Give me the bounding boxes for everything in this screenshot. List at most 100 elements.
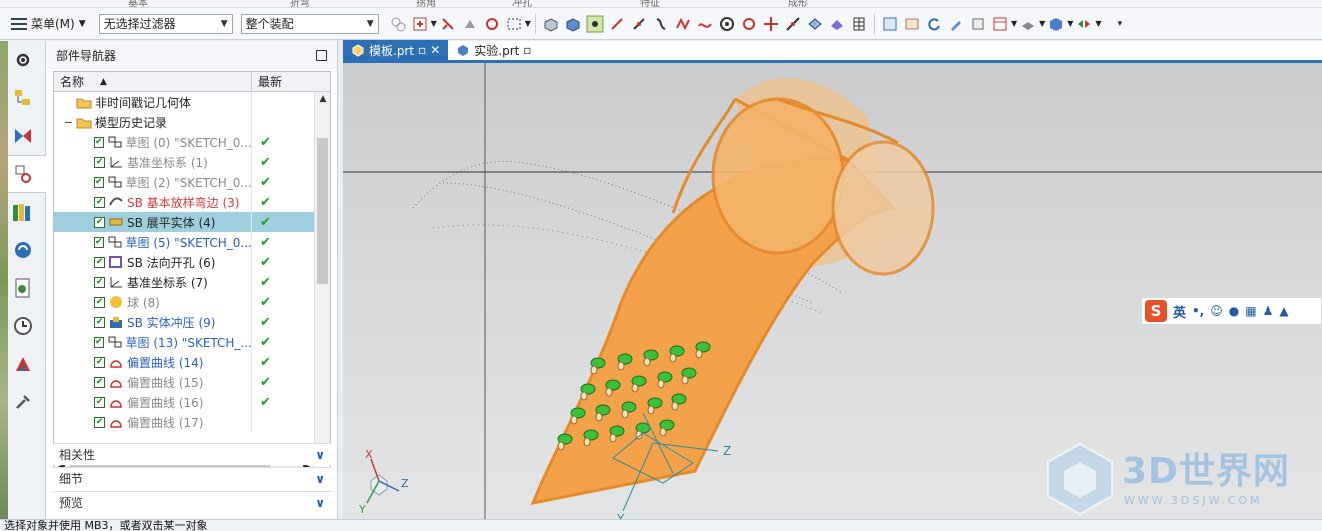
csys-y-label: Y	[616, 512, 625, 519]
visibility-checkbox[interactable]: ✔	[94, 236, 104, 248]
end-point-icon[interactable]	[606, 13, 628, 35]
snap-point-icon[interactable]	[584, 13, 606, 35]
sogou-logo-icon[interactable]: S	[1145, 300, 1167, 322]
arc-center-icon[interactable]	[716, 13, 738, 35]
csys-z-label: Z	[723, 444, 731, 458]
layout-icon[interactable]	[989, 13, 1011, 35]
visibility-checkbox[interactable]: ✔	[94, 316, 105, 328]
scroll-thumb[interactable]	[317, 138, 328, 284]
expand-toggle-icon[interactable]: −	[64, 116, 74, 129]
tree-row[interactable]: ✔ 偏置曲线 (15) ✔	[54, 372, 330, 392]
tree-row-label: 偏置曲线 (14)	[127, 355, 204, 370]
tube-end-right[interactable]	[831, 140, 935, 276]
tree-row[interactable]: ✔ 偏置曲线 (14) ✔	[54, 352, 330, 372]
visibility-icon[interactable]	[1073, 13, 1095, 35]
visibility-checkbox[interactable]: ✔	[94, 256, 105, 268]
feature-select-icon[interactable]	[437, 13, 459, 35]
toolbar-divider	[534, 13, 536, 34]
point-on-curve-icon[interactable]	[782, 13, 804, 35]
paint-icon[interactable]	[945, 13, 967, 35]
mid-point-icon[interactable]	[628, 13, 650, 35]
curve-icon	[108, 355, 124, 369]
part-file-icon	[458, 45, 469, 56]
selection-scope-select[interactable]: 整个装配 ▼	[240, 13, 379, 34]
view-icon[interactable]	[901, 13, 923, 35]
control-point-icon[interactable]	[650, 13, 672, 35]
emoji-icon[interactable]: ☺	[1210, 304, 1223, 318]
sheet-body-icon[interactable]	[562, 13, 584, 35]
tree-row[interactable]: ✔ SB 法向开孔 (6) ✔	[54, 252, 330, 272]
visibility-checkbox[interactable]: ✔	[94, 136, 104, 148]
microphone-icon[interactable]: ●	[1229, 304, 1239, 318]
tree-row[interactable]: ✔ SB 展平实体 (4) ✔	[54, 212, 330, 232]
visibility-checkbox[interactable]: ✔	[94, 156, 105, 168]
user-icon[interactable]: ♟	[1263, 304, 1274, 318]
tree-row[interactable]: ✔ 基准坐标系 (7) ✔	[54, 272, 330, 292]
intersection-icon[interactable]	[672, 13, 694, 35]
scroll-up-icon[interactable]: ▲	[315, 94, 330, 108]
menu-button[interactable]: 菜单(M) ▼	[6, 13, 91, 35]
refresh-icon[interactable]	[923, 13, 945, 35]
punctuation-icon[interactable]: •,	[1192, 304, 1204, 318]
keyboard-icon[interactable]: ▦	[1245, 304, 1256, 318]
component-select-icon[interactable]	[481, 13, 503, 35]
toolbar-overflow-icon[interactable]: ▾	[1118, 19, 1123, 29]
tree-row[interactable]: ✔ 草图 (13) "SKETCH_... ✔	[54, 332, 330, 352]
render-style-icon[interactable]	[1017, 13, 1039, 35]
tree-row[interactable]: ✔ 偏置曲线 (16) ✔	[54, 392, 330, 412]
grid-icon[interactable]	[848, 13, 870, 35]
tree-vertical-scrollbar[interactable]: ▲ ▼	[314, 92, 330, 458]
shirt-icon[interactable]: ▲	[1279, 304, 1288, 318]
tree-row[interactable]: ✔ SB 基本放样弯边 (3) ✔	[54, 192, 330, 212]
column-latest-header[interactable]: 最新	[252, 72, 314, 91]
close-icon[interactable]: ✕	[430, 43, 440, 57]
type-filter-select[interactable]: 无选择过滤器 ▼	[98, 13, 233, 34]
visibility-checkbox[interactable]: ✔	[94, 196, 105, 208]
curve-point-icon[interactable]	[694, 13, 716, 35]
visibility-checkbox[interactable]: ✔	[94, 296, 105, 308]
tab-experiment-prt[interactable]: 实验.prt ▫	[448, 40, 539, 60]
visibility-checkbox[interactable]: ✔	[94, 336, 104, 348]
ime-language-toggle[interactable]: 英	[1173, 302, 1186, 321]
tube-end-left[interactable]	[711, 97, 845, 255]
visibility-checkbox[interactable]: ✔	[94, 396, 105, 408]
watermark-url: WWW.3DSJW.COM	[1124, 494, 1263, 507]
tab-template-prt[interactable]: 模板.prt ▫ ✕	[343, 40, 449, 60]
accordion-preview[interactable]: 预览 ∨	[53, 491, 331, 513]
body-select-icon[interactable]	[459, 13, 481, 35]
view-fit-icon[interactable]	[879, 13, 901, 35]
toolbar-icon-group: ▼ ▼ ▼ ▼ ▼ ▼ ▾	[387, 13, 1122, 35]
point-on-face-icon[interactable]	[804, 13, 826, 35]
rectangle-select-icon[interactable]	[503, 13, 525, 35]
layer-icon[interactable]	[967, 13, 989, 35]
tree-row[interactable]: ✔ 草图 (2) "SKETCH_0... ✔	[54, 172, 330, 192]
visibility-checkbox[interactable]: ✔	[94, 176, 104, 188]
tree-row[interactable]: ✔ 草图 (5) "SKETCH_0... ✔	[54, 232, 330, 252]
existing-point-icon[interactable]	[760, 13, 782, 35]
tree-row[interactable]: ✔ SB 实体冲压 (9) ✔	[54, 312, 330, 332]
chevron-down-icon[interactable]: ▼	[525, 19, 531, 28]
visibility-checkbox[interactable]: ✔	[94, 376, 105, 388]
assembly-select-icon[interactable]	[387, 13, 409, 35]
tree-row[interactable]: 非时间戳记几何体	[54, 92, 330, 112]
accordion-details[interactable]: 细节 ∨	[53, 467, 331, 489]
solid-body-icon[interactable]	[540, 13, 562, 35]
bounded-point-icon[interactable]	[826, 13, 848, 35]
accordion-dependencies[interactable]: 相关性 ∨	[53, 443, 331, 465]
maximize-icon[interactable]	[316, 49, 327, 61]
tree-row[interactable]: ✔ 球 (8) ✔	[54, 292, 330, 312]
tree-row[interactable]: − 模型历史记录	[54, 112, 330, 132]
chevron-down-icon[interactable]: ▼	[1095, 19, 1101, 28]
visibility-checkbox[interactable]: ✔	[94, 276, 105, 288]
shaded-cube-icon[interactable]	[1045, 13, 1067, 35]
visibility-checkbox[interactable]: ✔	[94, 216, 105, 228]
visibility-checkbox[interactable]: ✔	[94, 416, 105, 428]
punch-feature-base	[590, 365, 598, 375]
column-name-header[interactable]: 名称 ▲	[54, 72, 252, 91]
tree-row[interactable]: ✔ 基准坐标系 (1) ✔	[54, 152, 330, 172]
visibility-checkbox[interactable]: ✔	[94, 356, 105, 368]
add-filter-icon[interactable]	[409, 13, 431, 35]
tree-row[interactable]: ✔ 草图 (0) "SKETCH_0... ✔	[54, 132, 330, 152]
tree-row[interactable]: ✔ 偏置曲线 (17)	[54, 412, 330, 432]
quadrant-point-icon[interactable]	[738, 13, 760, 35]
